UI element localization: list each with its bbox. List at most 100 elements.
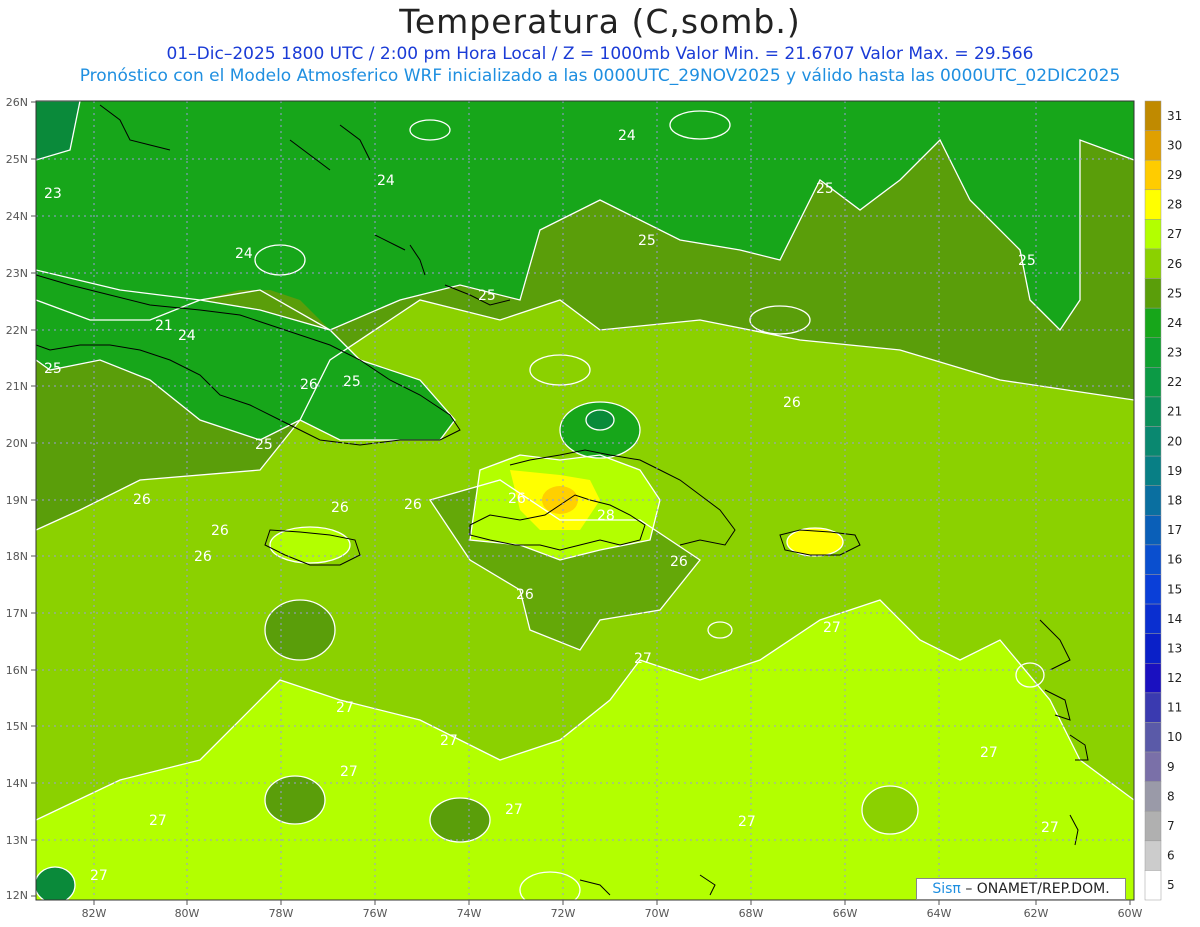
- contour-label: 27: [149, 813, 167, 829]
- lon-label: 66W: [833, 907, 858, 920]
- contour-label: 26: [300, 377, 318, 393]
- contour-label: 25: [255, 437, 273, 453]
- temperature-field: 23 24 24 24 25 25 25 25 25 25 25 26 26 2…: [36, 101, 1134, 900]
- colorbar-label: 11: [1167, 701, 1182, 715]
- contour-label: 26: [194, 549, 212, 565]
- contour-label: 27: [90, 868, 108, 884]
- colorbar-label: 7: [1167, 819, 1175, 833]
- colorbar-swatch: [1144, 633, 1162, 664]
- colorbar-swatch: [1144, 337, 1162, 368]
- lon-label: 68W: [739, 907, 764, 920]
- colorbar-swatch: [1144, 751, 1162, 782]
- lat-label: 22N: [6, 324, 28, 337]
- contour-label: 26: [404, 497, 422, 513]
- lat-label: 18N: [6, 550, 28, 563]
- colorbar-label: 29: [1167, 168, 1182, 182]
- colorbar-swatch: [1144, 722, 1162, 753]
- contour-label: 21: [155, 318, 173, 334]
- contour-label: 27: [980, 745, 998, 761]
- colorbar-label: 12: [1167, 671, 1182, 685]
- sispi-logo-text: Sisπ: [932, 881, 961, 897]
- colorbar-label: 25: [1167, 286, 1182, 300]
- colorbar-swatch: [1144, 426, 1162, 457]
- contour-label: 27: [634, 651, 652, 667]
- colorbar-swatch: [1144, 248, 1162, 279]
- contour-label: 25: [816, 181, 834, 197]
- colorbar-swatch: [1144, 515, 1162, 546]
- contour-label: 26: [508, 491, 526, 507]
- colorbar-label: 30: [1167, 138, 1182, 152]
- contour-label: 24: [178, 328, 196, 344]
- colorbar-swatch: [1144, 219, 1162, 250]
- lon-label: 72W: [551, 907, 576, 920]
- lon-label: 64W: [927, 907, 952, 920]
- colorbar-label: 23: [1167, 346, 1182, 360]
- colorbar-swatch: [1144, 278, 1162, 309]
- colorbar-label: 5: [1167, 878, 1175, 892]
- lat-label: 23N: [6, 267, 28, 280]
- colorbar-swatch: [1144, 485, 1162, 516]
- colorbar-swatch: [1144, 692, 1162, 723]
- contour-label: 24: [618, 128, 636, 144]
- contour-label: 27: [1041, 820, 1059, 836]
- contour-label: 26: [670, 554, 688, 570]
- colorbar-label: 19: [1167, 464, 1182, 478]
- lon-label: 76W: [363, 907, 388, 920]
- colorbar-label: 31: [1167, 109, 1182, 123]
- lon-label: 82W: [82, 907, 107, 920]
- contour-label: 25: [638, 233, 656, 249]
- colorbar-label: 6: [1167, 849, 1175, 863]
- colorbar-swatch: [1144, 840, 1162, 871]
- lat-label: 14N: [6, 777, 28, 790]
- lat-label: 26N: [6, 96, 28, 109]
- colorbar-swatch: [1144, 367, 1162, 398]
- contour-label: 27: [738, 814, 756, 830]
- lon-label: 78W: [269, 907, 294, 920]
- colorbar-label: 18: [1167, 494, 1182, 508]
- lon-label: 70W: [645, 907, 670, 920]
- colorbar-label: 14: [1167, 612, 1182, 626]
- contour-label: 24: [235, 246, 253, 262]
- colorbar-swatch: [1144, 603, 1162, 634]
- colorbar-label: 21: [1167, 405, 1182, 419]
- contour-label: 27: [505, 802, 523, 818]
- colorbar-label: 10: [1167, 730, 1182, 744]
- contour-label: 26: [133, 492, 151, 508]
- lat-label: 25N: [6, 153, 28, 166]
- lat-label: 13N: [6, 834, 28, 847]
- longitude-axis: 82W 80W 78W 76W 74W 72W 70W 68W 66W 64W …: [82, 907, 1143, 920]
- colorbar-swatch: [1144, 810, 1162, 842]
- lat-label: 15N: [6, 720, 28, 733]
- contour-label: 26: [211, 523, 229, 539]
- colorbar-swatch: [1144, 455, 1162, 486]
- contour-label: 28: [597, 508, 615, 524]
- credit-text: – ONAMET/REP.DOM.: [965, 881, 1110, 897]
- colorbar-label: 17: [1167, 523, 1182, 537]
- colorbar-label: 24: [1167, 316, 1182, 330]
- credit-box: Sisπ – ONAMET/REP.DOM.: [916, 878, 1126, 900]
- colorbar-swatch: [1144, 870, 1162, 901]
- colorbar-label: 20: [1167, 434, 1182, 448]
- colorbar-swatch: [1144, 130, 1162, 161]
- lat-label: 20N: [6, 437, 28, 450]
- colorbar-swatch: [1144, 100, 1162, 131]
- colorbar-label: 28: [1167, 198, 1182, 212]
- colorbar-swatch: [1144, 159, 1162, 191]
- colorbar: 31 30 29 28 27 26 25 24 23 22 21 20 19 18 17 16 15 14 13 12…: [1144, 100, 1182, 901]
- colorbar-swatch: [1144, 574, 1162, 605]
- colorbar-swatch: [1144, 663, 1162, 694]
- lat-label: 17N: [6, 607, 28, 620]
- lon-label: 62W: [1024, 907, 1049, 920]
- colorbar-swatch: [1144, 307, 1162, 338]
- latitude-ticks: [31, 101, 36, 897]
- colorbar-swatch: [1144, 396, 1162, 427]
- colorbar-swatch: [1144, 189, 1162, 220]
- lon-label: 80W: [175, 907, 200, 920]
- lat-label: 19N: [6, 494, 28, 507]
- colorbar-label: 26: [1167, 257, 1182, 271]
- contour-label: 25: [44, 361, 62, 377]
- colorbar-swatch: [1144, 781, 1162, 812]
- contour-label: 25: [478, 288, 496, 304]
- colorbar-label: 16: [1167, 553, 1182, 567]
- colorbar-label: 27: [1167, 227, 1182, 241]
